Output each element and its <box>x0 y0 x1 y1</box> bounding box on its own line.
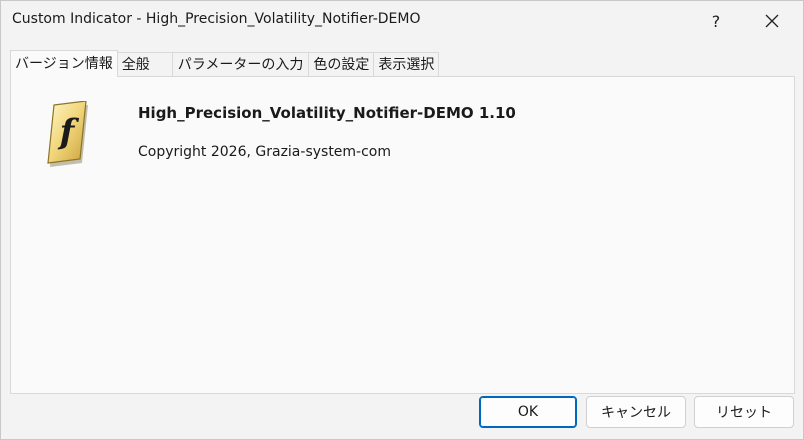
title-bar[interactable]: Custom Indicator - High_Precision_Volati… <box>1 1 803 41</box>
tab-version-info[interactable]: バージョン情報 <box>10 50 118 77</box>
tab-colors[interactable]: 色の設定 <box>308 52 375 76</box>
cancel-button[interactable]: キャンセル <box>586 396 686 428</box>
close-icon <box>765 14 779 28</box>
copyright-text: Copyright 2026, Grazia-system-com <box>138 144 392 160</box>
tab-visualization[interactable]: 表示選択 <box>373 52 440 76</box>
help-button[interactable]: ? <box>693 1 739 41</box>
help-icon: ? <box>711 11 721 31</box>
indicator-name: High_Precision_Volatility_Notifier-DEMO … <box>138 104 516 122</box>
tab-strip: バージョン情報 全般 パラメーターの入力 色の設定 表示選択 <box>10 50 440 77</box>
ok-button[interactable]: OK <box>479 396 577 428</box>
script-f-icon: f <box>47 101 88 167</box>
tab-general[interactable]: 全般 <box>116 52 173 76</box>
dialog-window: Custom Indicator - High_Precision_Volati… <box>0 0 804 440</box>
about-panel: f High_Precision_Volatility_Notifier-DEM… <box>10 76 795 394</box>
reset-button[interactable]: リセット <box>694 396 794 428</box>
window-title: Custom Indicator - High_Precision_Volati… <box>12 11 421 27</box>
close-button[interactable] <box>749 1 795 41</box>
tab-inputs[interactable]: パラメーターの入力 <box>171 52 310 76</box>
